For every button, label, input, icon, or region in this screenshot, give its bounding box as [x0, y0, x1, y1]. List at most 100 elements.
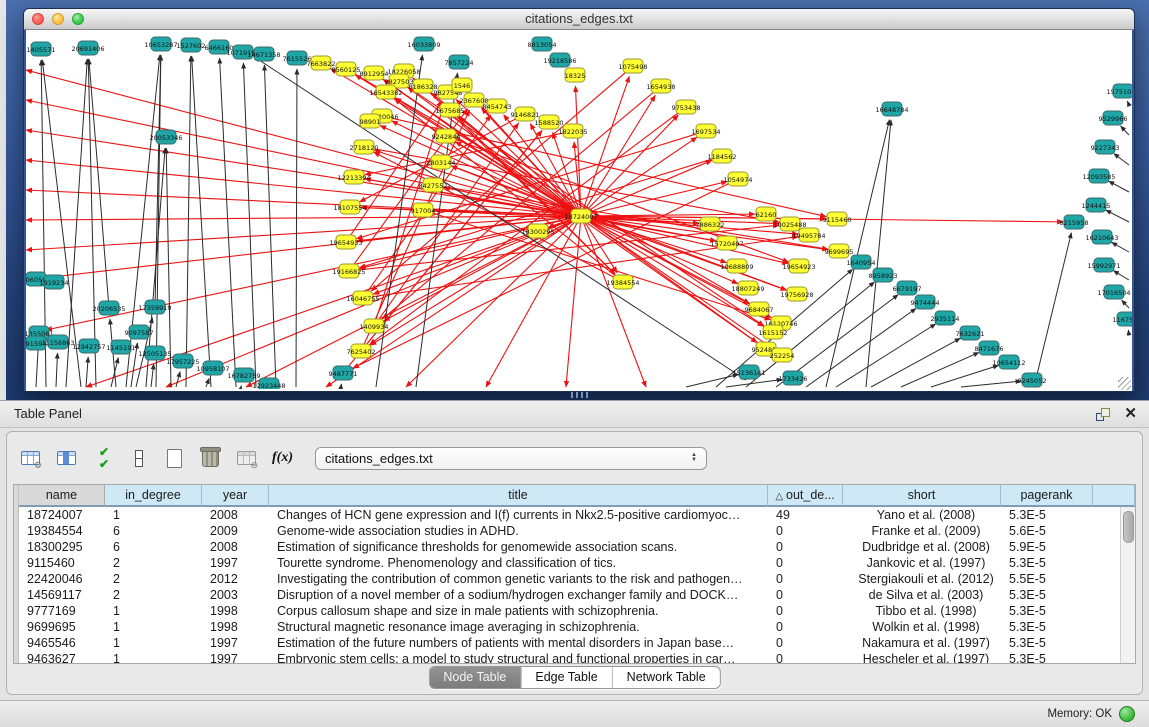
graph-node[interactable]: 9529966: [1099, 111, 1128, 125]
graph-node[interactable]: 18107554: [333, 200, 366, 214]
table-cell[interactable]: Disruption of a novel member of a sodium…: [269, 587, 768, 603]
table-cell[interactable]: Jankovic et al. (1997): [843, 555, 1001, 571]
table-cell[interactable]: 0: [768, 603, 843, 619]
graph-node[interactable]: 17359919: [138, 300, 171, 314]
graph-node[interactable]: 8813054: [528, 37, 557, 51]
graph-node[interactable]: 1640954: [847, 255, 876, 269]
table-cell[interactable]: 1: [105, 651, 202, 664]
table-cell[interactable]: 5.3E-5: [1001, 619, 1093, 635]
table-cell[interactable]: 18724007: [19, 507, 105, 523]
graph-node[interactable]: 1167531: [1113, 312, 1132, 326]
table-cell[interactable]: Changes of HCN gene expression and I(f) …: [269, 507, 768, 523]
table-cell[interactable]: 9463627: [19, 651, 105, 664]
table-cell[interactable]: 19384554: [19, 523, 105, 539]
graph-node[interactable]: 7632621: [956, 326, 985, 340]
table-cell[interactable]: 9465546: [19, 635, 105, 651]
graph-node[interactable]: 1075498: [619, 59, 648, 73]
graph-node[interactable]: 9227343: [1091, 140, 1120, 154]
table-cell[interactable]: 0: [768, 587, 843, 603]
table-cell[interactable]: 6: [105, 523, 202, 539]
table-cell[interactable]: 2012: [202, 571, 269, 587]
column-header-short[interactable]: short: [843, 485, 1001, 507]
graph-node[interactable]: 9097587: [125, 325, 154, 339]
table-row[interactable]: 969969511998Structural magnetic resonanc…: [19, 619, 1121, 635]
table-cell[interactable]: 0: [768, 523, 843, 539]
graph-node[interactable]: 15751074: [1106, 84, 1132, 98]
table-cell[interactable]: 1997: [202, 555, 269, 571]
graph-node[interactable]: 10654112: [992, 355, 1025, 369]
graph-node[interactable]: 1054974: [724, 172, 753, 186]
table-cell[interactable]: 1998: [202, 603, 269, 619]
column-header-name[interactable]: name: [19, 485, 105, 507]
show-columns-icon[interactable]: [53, 444, 80, 472]
table-cell[interactable]: 1998: [202, 619, 269, 635]
tab-node-table[interactable]: Node Table: [429, 667, 520, 688]
table-cell[interactable]: 5.6E-5: [1001, 523, 1093, 539]
table-cell[interactable]: 5.3E-5: [1001, 507, 1093, 523]
scrollbar-thumb[interactable]: [1123, 511, 1134, 543]
table-row[interactable]: 1830029562008Estimation of significance …: [19, 539, 1121, 555]
table-cell[interactable]: 22420046: [19, 571, 105, 587]
graph-node[interactable]: 19756928: [780, 287, 813, 301]
graph-node[interactable]: 16033809: [407, 37, 440, 51]
close-panel-icon[interactable]: ✕: [1124, 401, 1137, 427]
table-row[interactable]: 1938455462009Genome-wide association stu…: [19, 523, 1121, 539]
table-row[interactable]: 946554611997Estimation of the future num…: [19, 635, 1121, 651]
table-row[interactable]: 1872400712008Changes of HCN gene express…: [19, 507, 1121, 523]
select-all-icon[interactable]: ✔✔: [89, 444, 116, 472]
graph-node[interactable]: 1546: [452, 78, 472, 92]
table-cell[interactable]: Nakamura et al. (1997): [843, 635, 1001, 651]
graph-node[interactable]: 19654933: [329, 235, 362, 249]
table-cell[interactable]: Genome-wide association studies in ADHD.: [269, 523, 768, 539]
table-row[interactable]: 1456911722003Disruption of a novel membe…: [19, 587, 1121, 603]
graph-node[interactable]: 6679197: [893, 281, 922, 295]
column-header-pagerank[interactable]: pagerank: [1001, 485, 1093, 507]
graph-node[interactable]: 1405571: [27, 42, 56, 56]
table-cell[interactable]: 0: [768, 619, 843, 635]
graph-node[interactable]: 1184562: [708, 149, 737, 163]
table-cell[interactable]: 0: [768, 555, 843, 571]
table-cell[interactable]: Yano et al. (2008): [843, 507, 1001, 523]
table-cell[interactable]: 5.3E-5: [1001, 651, 1093, 664]
table-cell[interactable]: 5.5E-5: [1001, 571, 1093, 587]
graph-node[interactable]: 9474444: [911, 295, 940, 309]
graph-node[interactable]: 98901: [360, 114, 381, 128]
table-cell[interactable]: 14569117: [19, 587, 105, 603]
table-cell[interactable]: Hescheler et al. (1997): [843, 651, 1001, 664]
table-cell[interactable]: 2008: [202, 507, 269, 523]
graph-node[interactable]: 9245052: [1018, 373, 1047, 387]
graph-node[interactable]: 16648784: [875, 102, 908, 116]
graph-node[interactable]: 917004: [411, 203, 436, 217]
table-cell[interactable]: 0: [768, 571, 843, 587]
graph-node[interactable]: 12093585: [1082, 169, 1115, 183]
table-row[interactable]: 977716911998Corpus callosum shape and si…: [19, 603, 1121, 619]
graph-node[interactable]: 9115460: [823, 212, 852, 226]
table-cell[interactable]: 49: [768, 507, 843, 523]
table-row[interactable]: 946362711997Embryonic stem cells: a mode…: [19, 651, 1121, 664]
table-cell[interactable]: 1: [105, 619, 202, 635]
graph-node[interactable]: 1675685: [436, 103, 465, 117]
column-header-in_degree[interactable]: in_degree: [105, 485, 202, 507]
vertical-scrollbar[interactable]: [1120, 507, 1135, 663]
zoom-window-button[interactable]: [72, 13, 84, 25]
table-cell[interactable]: 1: [105, 507, 202, 523]
graph-node[interactable]: 62160: [756, 207, 777, 221]
table-cell[interactable]: 1997: [202, 651, 269, 664]
column-header-year[interactable]: year: [202, 485, 269, 507]
graph-node[interactable]: 19218586: [543, 53, 576, 67]
graph-node[interactable]: 2935114: [931, 311, 960, 325]
table-cell[interactable]: 18300295: [19, 539, 105, 555]
graph-node[interactable]: 1244415: [1082, 198, 1111, 212]
table-cell[interactable]: 2009: [202, 523, 269, 539]
table-cell[interactable]: Tourette syndrome. Phenomenology and cla…: [269, 555, 768, 571]
table-cell[interactable]: 6: [105, 539, 202, 555]
table-cell[interactable]: de Silva et al. (2003): [843, 587, 1001, 603]
tab-edge-table[interactable]: Edge Table: [520, 667, 611, 688]
table-cell[interactable]: 2: [105, 587, 202, 603]
graph-node[interactable]: 2718120: [350, 140, 379, 154]
graph-node[interactable]: 7886322: [696, 217, 725, 231]
table-cell[interactable]: 2008: [202, 539, 269, 555]
table-cell[interactable]: 0: [768, 539, 843, 555]
graph-node[interactable]: 1654938: [647, 79, 676, 93]
table-cell[interactable]: 2003: [202, 587, 269, 603]
